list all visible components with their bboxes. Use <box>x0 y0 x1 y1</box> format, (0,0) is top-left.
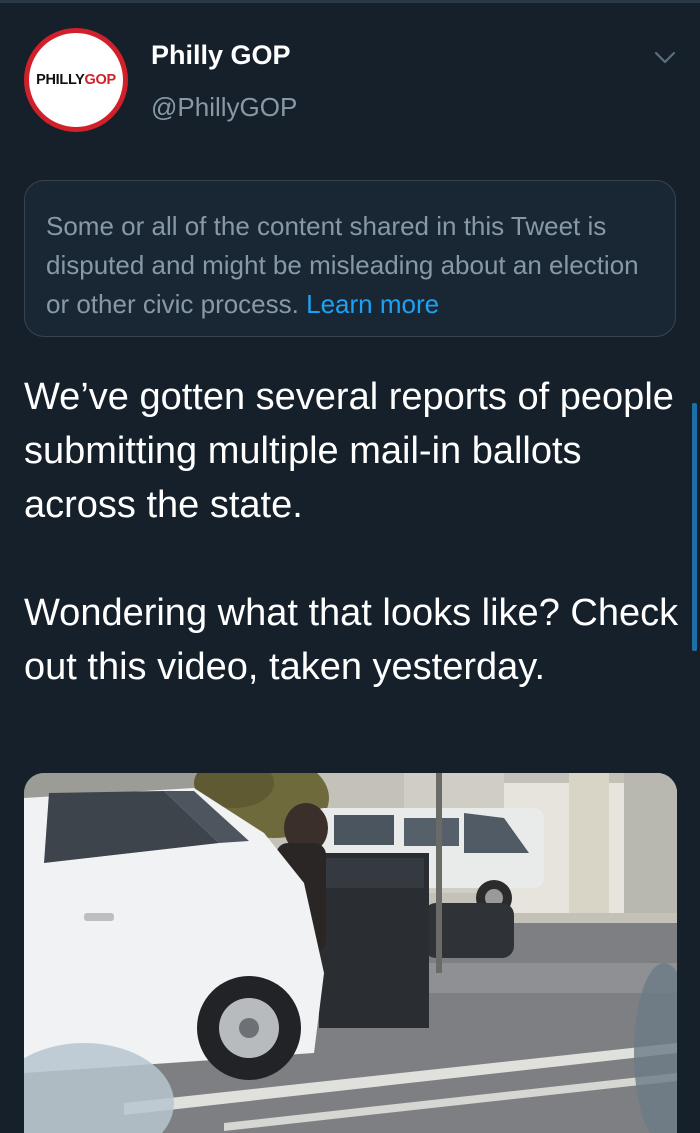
display-name[interactable]: Philly GOP <box>151 40 291 71</box>
chevron-down-icon[interactable] <box>652 48 678 68</box>
philly-gop-logo: PHILLY GOP <box>29 33 123 127</box>
learn-more-link[interactable]: Learn more <box>306 289 439 319</box>
user-handle[interactable]: @PhillyGOP <box>151 92 297 123</box>
disputed-content-notice: Some or all of the content shared in thi… <box>24 180 676 337</box>
video-player[interactable] <box>24 773 677 1133</box>
tweet-text: We’ve gotten several reports of people s… <box>24 376 679 688</box>
avatar[interactable]: PHILLY GOP <box>24 28 128 132</box>
logo-text-gop: GOP <box>84 72 117 88</box>
notice-text-block: Some or all of the content shared in thi… <box>46 207 661 324</box>
logo-text-philly: PHILLY <box>36 72 85 88</box>
video-thumbnail <box>24 773 677 1133</box>
scrollbar[interactable] <box>692 403 697 651</box>
top-divider <box>0 0 700 3</box>
